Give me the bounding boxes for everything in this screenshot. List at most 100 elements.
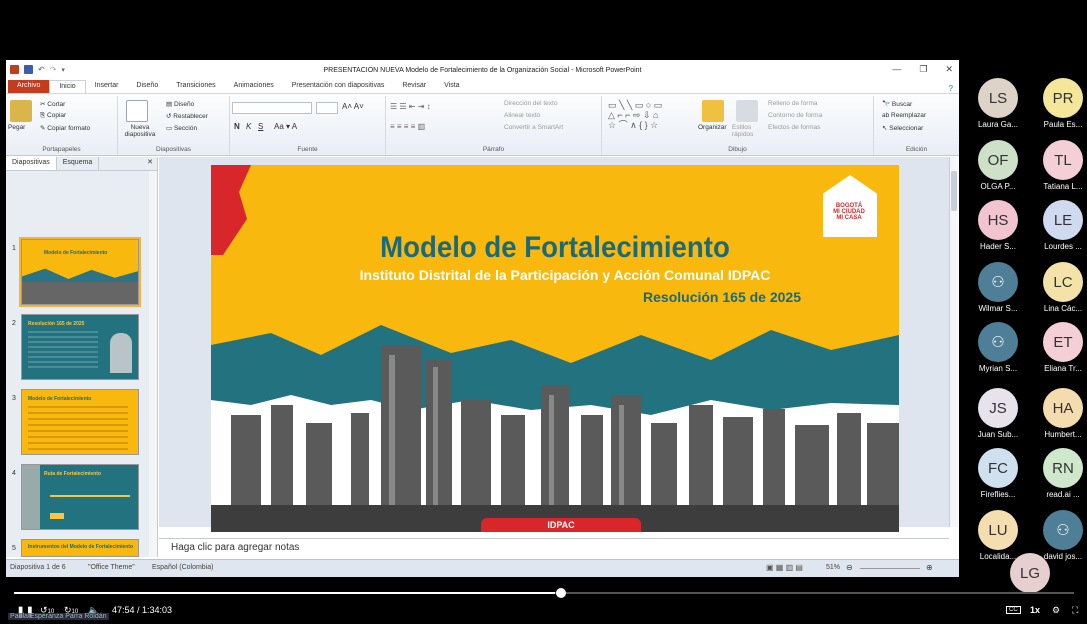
language-indicator[interactable]: Español (Colombia) <box>152 564 213 571</box>
tab-archivo[interactable]: Archivo <box>8 80 50 93</box>
font-color-icon[interactable]: Aa ▾ A <box>274 122 297 131</box>
tab-presentacion[interactable]: Presentación con diapositivas <box>283 80 394 93</box>
close-icon[interactable]: ✕ <box>945 64 953 75</box>
align-text-button[interactable]: Alinear texto <box>504 112 540 119</box>
avatar: ET <box>1043 322 1083 362</box>
participant-tile[interactable]: ⚇ Wilmar S... <box>968 262 1028 313</box>
font-size-select[interactable] <box>316 102 338 114</box>
layout-button[interactable]: ▤ Diseño <box>166 100 194 108</box>
select-button[interactable]: ↖ Seleccionar <box>882 124 923 132</box>
participant-tile[interactable]: JS Juan Sub... <box>968 388 1028 439</box>
zoom-level[interactable]: 51% <box>826 564 840 571</box>
list-icons[interactable]: ☰ ☰ ⇤ ⇥ ↕ <box>390 102 431 111</box>
participant-name: Humbert... <box>1044 430 1082 439</box>
shapes-gallery[interactable]: ▭ ╲ ╲ ▭ ○ ▭ △ ⌐ ⌐ ⇨ ⇩ ⌂ ☆ ⌒ ∧ { } ☆ <box>608 100 662 130</box>
participant-tile[interactable]: ⚇ Myrian S... <box>968 322 1028 373</box>
slide-footer-banner: IDPAC <box>481 518 641 532</box>
font-name-select[interactable] <box>232 102 312 114</box>
paste-button[interactable]: Pegar <box>8 124 25 131</box>
zoom-out-icon[interactable]: ⊖ <box>846 563 853 572</box>
arrange-button[interactable]: Organizar <box>698 124 727 131</box>
group-dibujo: ▭ ╲ ╲ ▭ ○ ▭ △ ⌐ ⌐ ⇨ ⇩ ⌂ ☆ ⌒ ∧ { } ☆ Organi… <box>602 96 874 154</box>
speed-button[interactable]: 1x <box>1030 605 1040 615</box>
replace-button[interactable]: ab Reemplazar <box>882 112 926 119</box>
layout-label: Diseño <box>173 101 195 108</box>
fullscreen-icon[interactable]: ⛶ <box>1072 605 1078 616</box>
tab-vista[interactable]: Vista <box>435 80 468 93</box>
shape-effects-button[interactable]: Efectos de formas <box>768 124 820 131</box>
captions-icon[interactable]: CC <box>1006 606 1021 614</box>
minimize-icon[interactable]: — <box>892 64 901 75</box>
slide-thumbnail-3[interactable]: Modelo de Fortalecimiento <box>21 389 139 455</box>
participant-tile[interactable]: TL Tatiana L... <box>1033 140 1087 191</box>
slide-thumbnail-1[interactable]: Modelo de Fortalecimiento <box>19 237 141 307</box>
arrange-icon[interactable] <box>702 100 724 122</box>
bold-icon[interactable]: N <box>234 122 240 131</box>
tab-inicio[interactable]: Inicio <box>49 80 86 93</box>
slide-thumbnail-4[interactable]: Ruta de Fortalecimiento <box>21 464 139 530</box>
participant-tile[interactable]: FC Fireflies... <box>968 448 1028 499</box>
settings-icon[interactable]: ⚙ <box>1052 605 1060 616</box>
video-progress-bar[interactable] <box>14 592 1074 594</box>
participant-name: Paula Es... <box>1043 120 1083 129</box>
shape-fill-button[interactable]: Relleno de forma <box>768 100 818 107</box>
participant-tile[interactable]: RN read.ai ... <box>1033 448 1087 499</box>
participant-tile[interactable]: LC Lina Các... <box>1033 262 1087 313</box>
format-painter-label: Copiar formato <box>47 125 91 132</box>
zoom-slider[interactable] <box>860 568 920 569</box>
participant-name: Hader S... <box>979 242 1016 251</box>
text-direction-button[interactable]: Dirección del texto <box>504 100 557 107</box>
participant-tile[interactable]: HS Hader S... <box>968 200 1028 251</box>
reset-button[interactable]: ↺ Restablecer <box>166 112 208 120</box>
notes-pane[interactable]: Haga clic para agregar notas <box>159 538 949 558</box>
italic-icon[interactable]: K <box>246 122 251 131</box>
quick-styles-button[interactable]: Estilos rápidos <box>732 124 762 138</box>
current-slide[interactable]: BOGOTÁ MI CIUDAD MI CASA Modelo de Forta… <box>211 165 899 532</box>
participant-tile[interactable]: OF OLGA P... <box>968 140 1028 191</box>
slide-title: Modelo de Fortalecimiento <box>380 231 730 264</box>
format-painter-button[interactable]: ✎ Copiar formato <box>40 124 90 132</box>
tab-animaciones[interactable]: Animaciones <box>225 80 283 93</box>
video-scrubber-knob[interactable] <box>556 588 566 598</box>
tab-diseno[interactable]: Diseño <box>127 80 167 93</box>
participant-name: read.ai ... <box>1046 490 1080 499</box>
underline-icon[interactable]: S <box>258 122 263 131</box>
find-button[interactable]: 🔭 Buscar <box>882 100 912 108</box>
participant-tile[interactable]: ET Eliana Tr... <box>1033 322 1087 373</box>
participant-tile[interactable]: PR Paula Es... <box>1033 78 1087 129</box>
new-slide-icon[interactable] <box>126 100 148 122</box>
close-panel-icon[interactable]: ✕ <box>143 157 157 170</box>
new-slide-button[interactable]: Nueva diapositiva <box>120 124 160 138</box>
tab-revisar[interactable]: Revisar <box>393 80 435 93</box>
grow-font-icon[interactable]: A˄ A˅ <box>342 102 364 111</box>
tab-insertar[interactable]: Insertar <box>86 80 128 93</box>
tab-esquema[interactable]: Esquema <box>57 157 100 170</box>
panel-scrollbar[interactable] <box>149 171 157 557</box>
maximize-icon[interactable]: ❐ <box>919 64 927 75</box>
participant-tile[interactable]: LE Lourdes ... <box>1033 200 1087 251</box>
group-label: Edición <box>905 146 928 153</box>
tab-diapositivas[interactable]: Diapositivas <box>6 157 57 170</box>
slide-thumbnail-5[interactable]: Instrumentos del Modelo de Fortalecimien… <box>21 539 139 557</box>
participant-tile[interactable]: LG <box>1000 553 1060 593</box>
quick-styles-icon[interactable] <box>736 100 758 122</box>
thumb-number: 2 <box>12 320 16 327</box>
user-avatar-icon: ⚇ <box>978 322 1018 362</box>
participant-tile[interactable]: HA Humbert... <box>1033 388 1087 439</box>
copy-label: Copiar <box>47 112 67 119</box>
slide-thumbnail-2[interactable]: Resolución 165 de 2025 <box>21 314 139 380</box>
view-buttons-icon[interactable]: ▣ ▦ ▥ ▤ <box>766 563 803 572</box>
zoom-in-icon[interactable]: ⊕ <box>926 563 933 572</box>
smartart-button[interactable]: Convertir a SmartArt <box>504 124 563 131</box>
paste-icon[interactable] <box>10 100 32 122</box>
copy-button[interactable]: ⎘ Copiar <box>40 112 66 120</box>
section-button[interactable]: ▭ Sección <box>166 124 197 132</box>
cut-button[interactable]: ✂ Cortar <box>40 100 65 108</box>
shape-outline-button[interactable]: Contorno de forma <box>768 112 822 119</box>
participant-tile[interactable]: LS Laura Ga... <box>968 78 1028 129</box>
align-icons[interactable]: ≡ ≡ ≡ ≡ ▥ <box>390 122 425 131</box>
avatar: HA <box>1043 388 1083 428</box>
tab-transiciones[interactable]: Transiciones <box>167 80 224 93</box>
slide-scrollbar[interactable] <box>949 157 958 527</box>
help-icon[interactable]: ? <box>949 84 953 93</box>
